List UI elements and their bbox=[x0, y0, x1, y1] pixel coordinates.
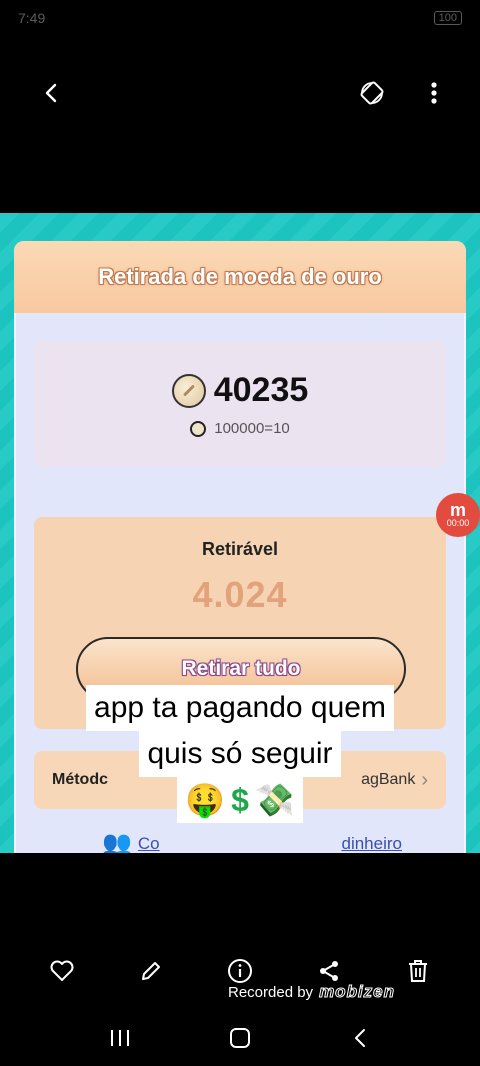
chevron-left-icon bbox=[355, 1029, 365, 1047]
recorded-by-watermark: Recorded by mobizen bbox=[228, 982, 395, 1002]
mobizen-logo-icon: m bbox=[449, 500, 466, 520]
mobizen-brand: mobizen bbox=[319, 982, 396, 1002]
rotate-button[interactable] bbox=[356, 77, 388, 109]
more-vertical-icon bbox=[431, 82, 437, 104]
more-options-button[interactable] bbox=[418, 77, 450, 109]
gold-coin-icon bbox=[171, 373, 206, 408]
status-time: 7:49 bbox=[18, 10, 46, 26]
help-link-end: dinheiro bbox=[341, 833, 403, 853]
coin-icon bbox=[190, 420, 207, 437]
home-icon bbox=[230, 1028, 250, 1048]
money-wings-icon: 💸 bbox=[254, 782, 295, 818]
edit-button[interactable] bbox=[135, 955, 167, 987]
status-right: 100 bbox=[433, 11, 462, 25]
info-icon bbox=[228, 959, 252, 983]
help-link-start: Co bbox=[137, 833, 160, 853]
trash-icon bbox=[409, 960, 427, 982]
recorder-badge[interactable]: m 00:00 bbox=[436, 493, 480, 537]
home-button[interactable] bbox=[224, 1022, 256, 1054]
recorded-by-label: Recorded by bbox=[228, 983, 314, 1001]
people-icon: 👥 bbox=[102, 830, 132, 853]
caption-line-2: quis só seguir bbox=[139, 731, 341, 777]
help-link[interactable]: Co dinheiro bbox=[138, 834, 402, 854]
exchange-rate: 100000=10 bbox=[214, 420, 290, 437]
system-back-button[interactable] bbox=[344, 1022, 376, 1054]
caption-line-1: app ta pagando quem bbox=[86, 685, 394, 731]
withdrawable-amount: 4.024 bbox=[192, 574, 288, 615]
withdrawable-label: Retirável bbox=[201, 539, 279, 559]
help-row: 👥 Co dinheiro bbox=[102, 829, 402, 853]
recent-apps-button[interactable] bbox=[104, 1022, 136, 1054]
panel-title: Retirada de moeda de ouro bbox=[14, 241, 466, 313]
battery-indicator: 100 bbox=[433, 11, 462, 25]
video-caption: app ta pagando quem quis só seguir 🤑 $ 💸 bbox=[0, 685, 480, 823]
top-nav bbox=[0, 70, 480, 116]
like-button[interactable] bbox=[46, 955, 78, 987]
pencil-icon bbox=[142, 962, 160, 980]
share-icon bbox=[320, 961, 338, 981]
dollar-icon: $ bbox=[231, 782, 249, 818]
recorder-time: 00:00 bbox=[446, 518, 470, 528]
delete-button[interactable] bbox=[402, 955, 434, 987]
heart-icon bbox=[50, 960, 74, 981]
chevron-left-icon bbox=[45, 83, 57, 103]
status-bar: 7:49 100 bbox=[0, 0, 480, 36]
rotate-icon bbox=[360, 81, 384, 105]
money-face-icon: 🤑 bbox=[185, 782, 226, 818]
back-button[interactable] bbox=[36, 77, 68, 109]
system-nav-bar bbox=[0, 1016, 480, 1060]
caption-emojis: 🤑 $ 💸 bbox=[177, 777, 303, 823]
balance-card: 40235 100000=10 bbox=[34, 341, 446, 467]
recent-apps-icon bbox=[111, 1030, 129, 1046]
coin-balance: 40235 bbox=[213, 371, 309, 409]
